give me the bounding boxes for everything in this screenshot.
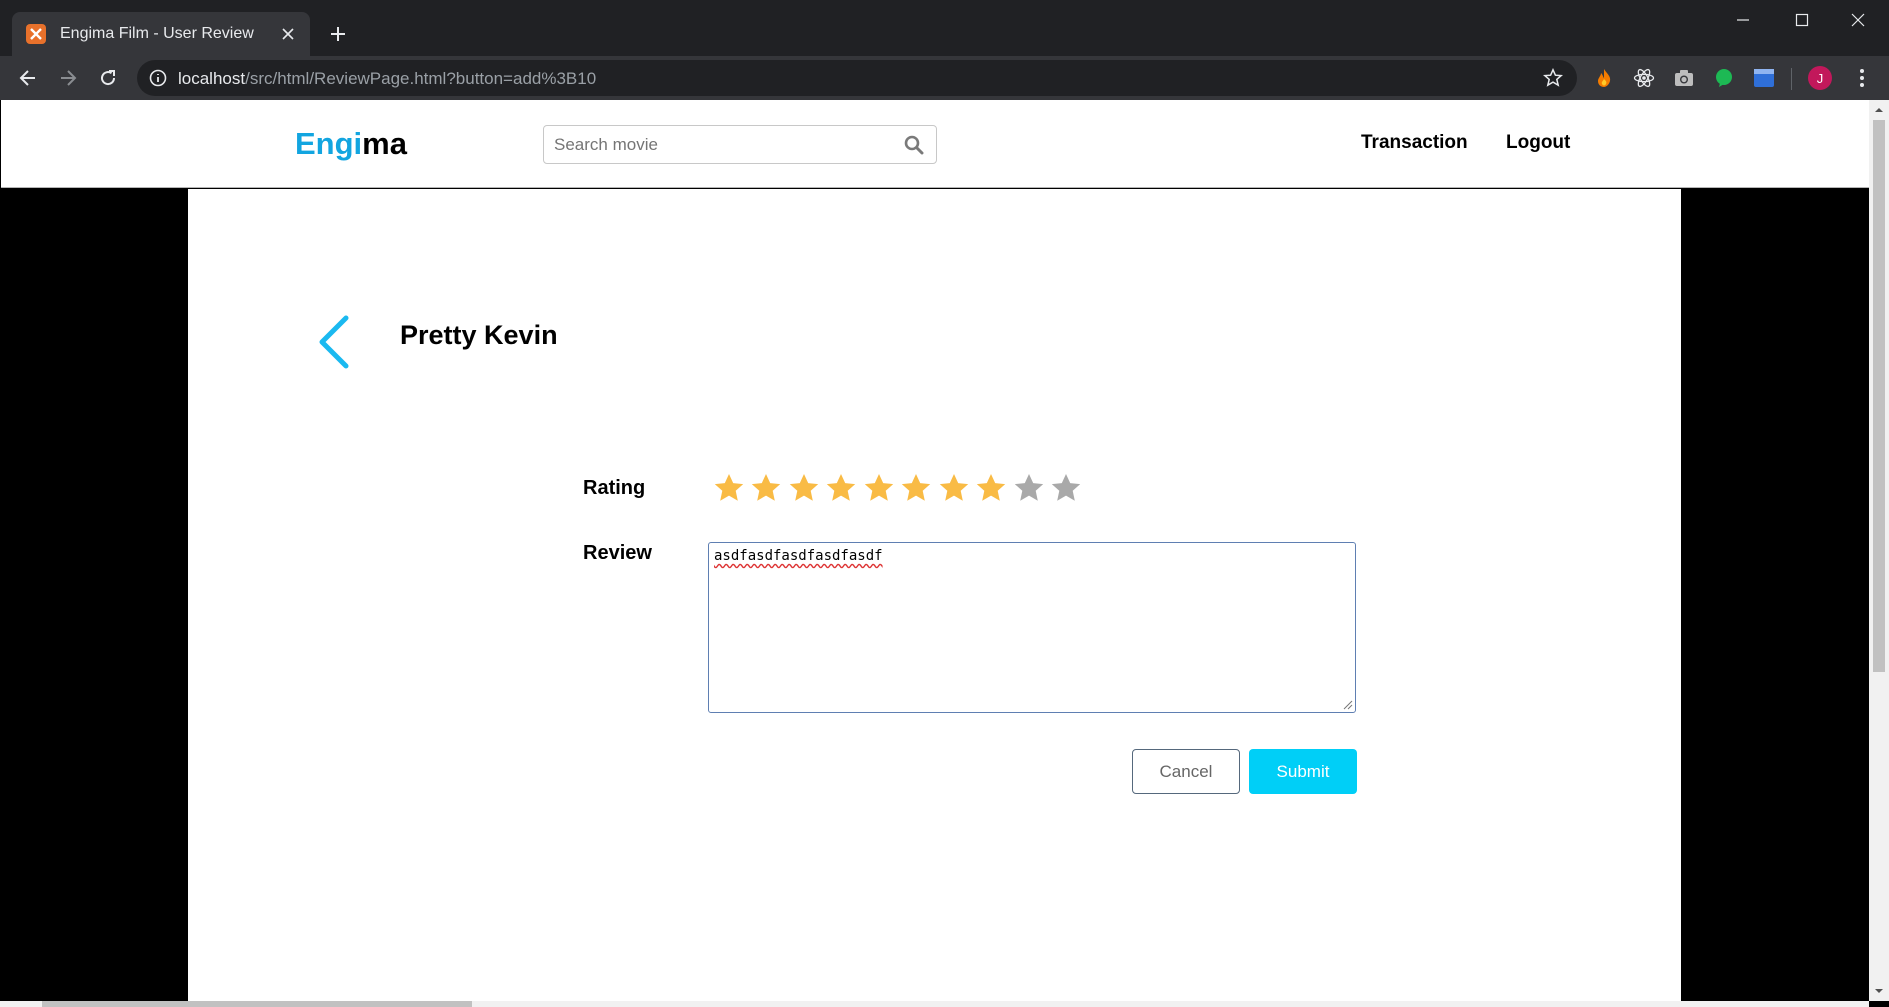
- new-tab-icon[interactable]: [324, 20, 352, 48]
- star-empty-icon[interactable]: [1010, 469, 1048, 505]
- scrollbar-thumb[interactable]: [1873, 120, 1885, 672]
- back-chevron-icon[interactable]: [316, 314, 352, 370]
- kebab-menu-icon[interactable]: [1848, 64, 1876, 92]
- browser-tab[interactable]: Engima Film - User Review: [12, 12, 310, 56]
- camera-icon[interactable]: [1672, 66, 1696, 90]
- toolbar-divider: [1791, 68, 1792, 90]
- browser-toolbar: localhost/src/html/ReviewPage.html?butto…: [0, 56, 1889, 100]
- bookmark-star-icon[interactable]: [1543, 68, 1563, 88]
- star-empty-icon[interactable]: [1048, 469, 1086, 505]
- forward-arrow-icon[interactable]: [54, 64, 82, 92]
- submit-button[interactable]: Submit: [1249, 749, 1357, 794]
- url-text[interactable]: localhost/src/html/ReviewPage.html?butto…: [178, 69, 596, 89]
- minimize-icon[interactable]: [1720, 6, 1766, 34]
- review-text: asdfasdfasdfasdfasdf: [714, 548, 883, 564]
- site-logo[interactable]: Engima: [295, 126, 407, 162]
- review-textarea[interactable]: asdfasdfasdfasdfasdf: [708, 542, 1356, 713]
- star-filled-icon[interactable]: [973, 469, 1011, 505]
- star-filled-icon[interactable]: [898, 469, 936, 505]
- star-filled-icon[interactable]: [823, 469, 861, 505]
- hscrollbar-thumb[interactable]: [42, 1001, 472, 1007]
- resize-grip-icon[interactable]: [1343, 700, 1353, 710]
- transaction-link[interactable]: Transaction: [1361, 132, 1468, 154]
- react-icon[interactable]: [1632, 66, 1656, 90]
- review-label: Review: [583, 542, 652, 564]
- green-drop-icon[interactable]: [1712, 66, 1736, 90]
- close-window-icon[interactable]: [1835, 6, 1881, 34]
- review-panel: Pretty Kevin Rating Review asdfasdfasdfa…: [188, 189, 1681, 1001]
- horizontal-scrollbar[interactable]: [0, 1001, 1869, 1007]
- info-icon[interactable]: [149, 69, 167, 87]
- star-rating: [710, 469, 1085, 505]
- maximize-icon[interactable]: [1779, 6, 1825, 34]
- site-navbar: Engima Transaction Logout: [1, 100, 1869, 188]
- url-host: localhost: [178, 69, 246, 88]
- search-icon[interactable]: [904, 135, 924, 155]
- browser-tabstrip: Engima Film - User Review: [0, 0, 1889, 56]
- search-input[interactable]: [554, 134, 894, 156]
- back-arrow-icon[interactable]: [14, 64, 42, 92]
- star-filled-icon[interactable]: [860, 469, 898, 505]
- logout-link[interactable]: Logout: [1506, 132, 1570, 154]
- cancel-button[interactable]: Cancel: [1132, 749, 1240, 794]
- url-path: /src/html/ReviewPage.html?button=add%3B1…: [245, 69, 597, 88]
- star-filled-icon[interactable]: [748, 469, 786, 505]
- vertical-scrollbar[interactable]: [1869, 100, 1889, 1001]
- star-filled-icon[interactable]: [935, 469, 973, 505]
- star-filled-icon[interactable]: [785, 469, 823, 505]
- tab-title: Engima Film - User Review: [60, 25, 254, 42]
- page-viewport: Engima Transaction Logout Pretty Kevin R…: [0, 100, 1869, 1001]
- rating-label: Rating: [583, 477, 646, 499]
- close-tab-icon[interactable]: [278, 24, 298, 44]
- movie-title: Pretty Kevin: [400, 320, 558, 350]
- window-icon[interactable]: [1752, 66, 1776, 90]
- reload-icon[interactable]: [94, 64, 122, 92]
- scroll-up-icon[interactable]: [1874, 105, 1884, 115]
- address-bar[interactable]: localhost/src/html/ReviewPage.html?butto…: [137, 60, 1577, 96]
- search-box: [543, 125, 937, 164]
- star-filled-icon[interactable]: [710, 469, 748, 505]
- profile-avatar[interactable]: J: [1808, 66, 1832, 90]
- flame-icon[interactable]: [1592, 66, 1616, 90]
- scroll-down-icon[interactable]: [1874, 986, 1884, 996]
- xampp-favicon-icon: [26, 24, 46, 44]
